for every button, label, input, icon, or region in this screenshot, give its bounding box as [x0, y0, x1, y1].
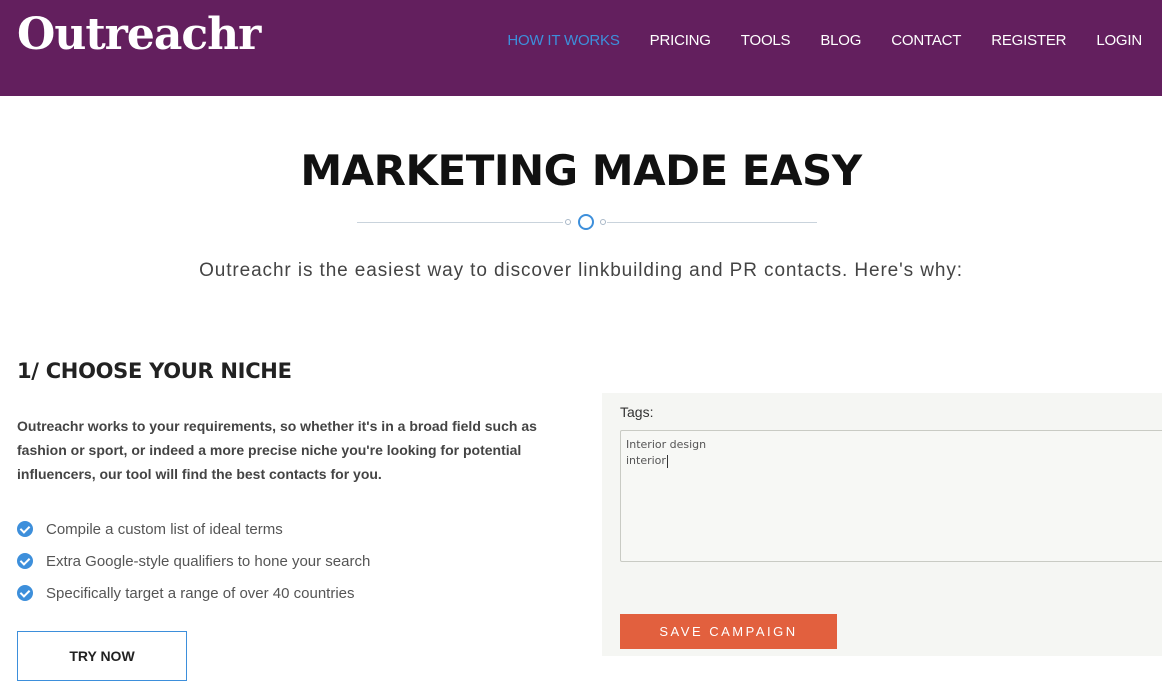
nav-contact[interactable]: CONTACT	[891, 31, 961, 51]
feature-text: Compile a custom list of ideal terms	[46, 520, 283, 538]
feature-item: Compile a custom list of ideal terms	[17, 513, 370, 545]
site-logo[interactable]: Outreachr	[17, 9, 261, 60]
feature-text: Specifically target a range of over 40 c…	[46, 584, 355, 602]
site-header: Outreachr HOW IT WORKS PRICING TOOLS BLO…	[0, 0, 1162, 96]
feature-item: Extra Google-style qualifiers to hone yo…	[17, 545, 370, 577]
feature-list: Compile a custom list of ideal terms Ext…	[17, 513, 370, 609]
divider-dot-right	[600, 219, 606, 225]
try-now-button[interactable]: TRY NOW	[17, 631, 187, 681]
nav-how-it-works[interactable]: HOW IT WORKS	[507, 31, 620, 51]
hero-subtitle: Outreachr is the easiest way to discover…	[199, 260, 963, 281]
nav-tools[interactable]: TOOLS	[741, 31, 791, 51]
check-circle-icon	[17, 585, 33, 601]
main-nav: HOW IT WORKS PRICING TOOLS BLOG CONTACT …	[477, 31, 1142, 51]
section-description: Outreachr works to your requirements, so…	[17, 418, 537, 482]
divider-circle-icon	[578, 214, 594, 230]
tags-textarea[interactable]: Interior design interior	[620, 430, 1162, 562]
divider-line-right	[607, 222, 817, 223]
check-circle-icon	[17, 553, 33, 569]
nav-blog[interactable]: BLOG	[820, 31, 861, 51]
nav-login[interactable]: LOGIN	[1096, 31, 1142, 51]
hero-title: MARKETING MADE EASY	[300, 146, 862, 195]
divider-dot-left	[565, 219, 571, 225]
check-circle-icon	[17, 521, 33, 537]
tag-line-text: interior	[626, 454, 666, 467]
tags-label: Tags:	[620, 404, 654, 420]
tag-line-current: interior	[626, 453, 1159, 469]
nav-pricing[interactable]: PRICING	[650, 31, 711, 51]
save-campaign-button[interactable]: SAVE CAMPAIGN	[620, 614, 837, 649]
text-caret	[666, 454, 668, 468]
divider-line-left	[357, 222, 563, 223]
title-divider	[357, 214, 817, 230]
feature-text: Extra Google-style qualifiers to hone yo…	[46, 552, 371, 570]
nav-register[interactable]: REGISTER	[991, 31, 1066, 51]
section-title: 1/ CHOOSE YOUR NICHE	[17, 359, 292, 383]
tag-line: Interior design	[626, 438, 707, 451]
feature-item: Specifically target a range of over 40 c…	[17, 577, 370, 609]
campaign-demo-panel: Tags: Interior design interior SAVE CAMP…	[602, 393, 1162, 656]
